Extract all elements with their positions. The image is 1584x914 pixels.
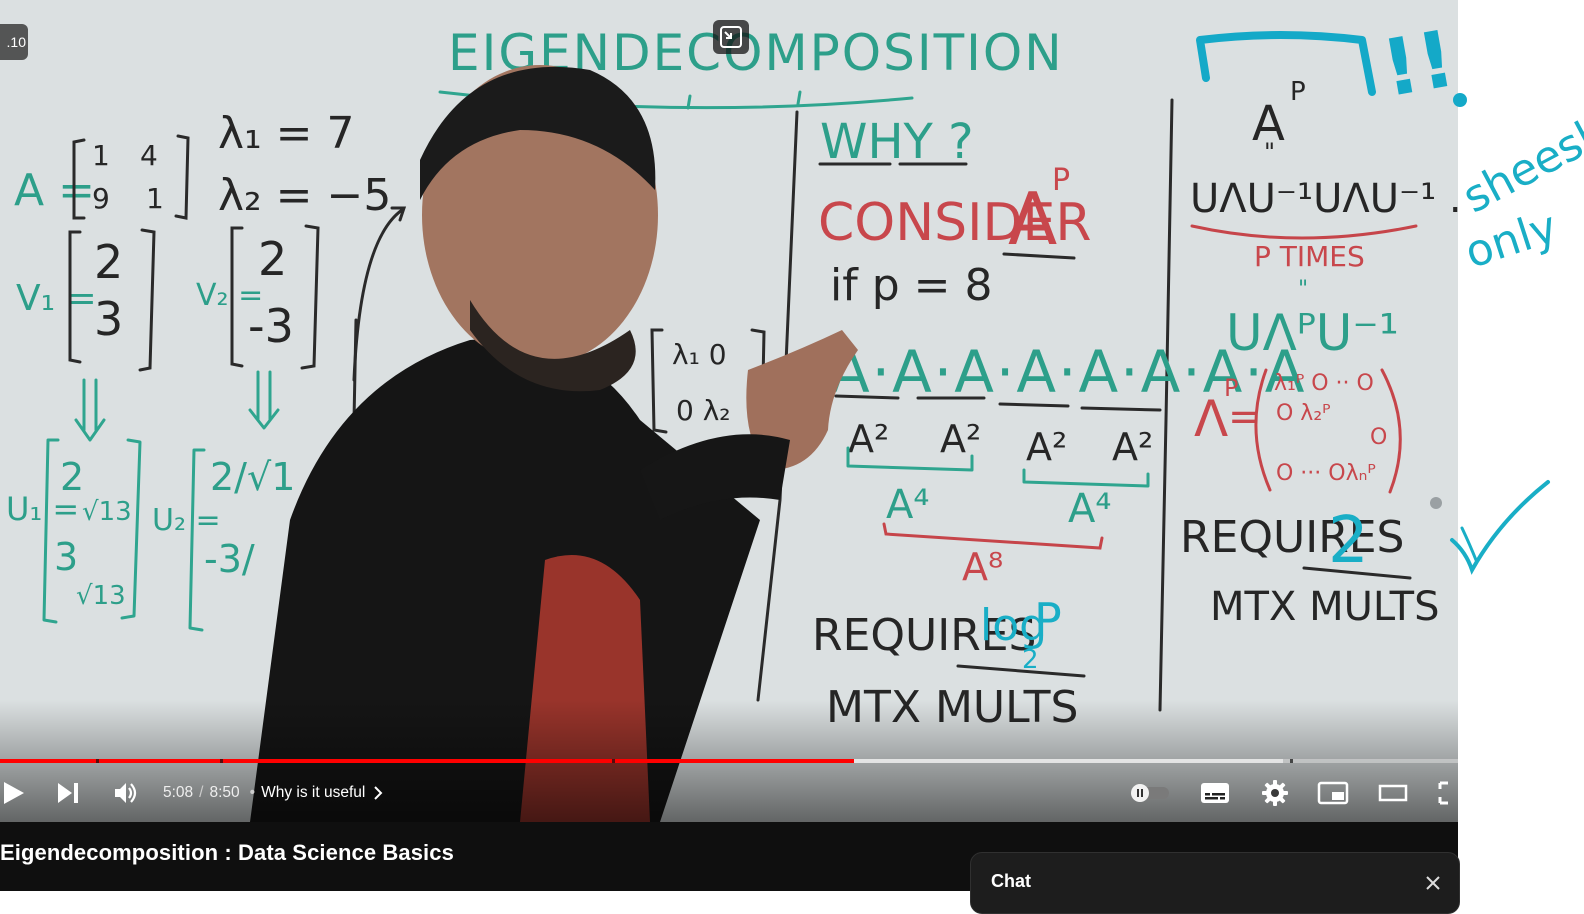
svg-text:3: 3 bbox=[54, 535, 78, 579]
svg-text:-3/: -3/ bbox=[204, 537, 255, 581]
volume-button[interactable] bbox=[110, 774, 142, 812]
why-heading: WHY ? bbox=[820, 114, 974, 170]
svg-text:1: 1 bbox=[146, 182, 164, 215]
u-chain: UΛU⁻¹UΛU⁻¹ ... UΛU⁻¹ bbox=[1190, 176, 1458, 222]
progress-bar[interactable] bbox=[0, 759, 1458, 763]
lambda-1: λ₁ = 7 bbox=[218, 108, 355, 159]
svg-text:√13: √13 bbox=[76, 581, 126, 611]
chapter-marker bbox=[1290, 759, 1293, 763]
chevron-right-icon[interactable] bbox=[371, 785, 385, 801]
time-separator: / bbox=[199, 784, 204, 801]
chapter-marker bbox=[96, 759, 99, 763]
svg-text:√13: √13 bbox=[82, 497, 132, 527]
a-fourth-1: A⁴ bbox=[886, 482, 929, 528]
svg-text:P: P bbox=[1290, 77, 1306, 107]
chapter-marker bbox=[220, 759, 223, 763]
play-icon bbox=[4, 782, 24, 804]
if-p-text: if p = 8 bbox=[830, 260, 992, 311]
next-button[interactable] bbox=[52, 774, 84, 812]
subtitles-icon bbox=[1201, 783, 1229, 803]
p-times: P TIMES bbox=[1254, 240, 1365, 273]
miniplayer-icon bbox=[1317, 781, 1349, 805]
only-annotation: only bbox=[1459, 201, 1563, 278]
svg-text:λ₁ 0: λ₁ 0 bbox=[672, 338, 727, 371]
u-lambda-p: UΛᴾU⁻¹ bbox=[1226, 304, 1399, 362]
svg-text:": " bbox=[1298, 277, 1308, 302]
svg-text:O λ₂ᴾ: O λ₂ᴾ bbox=[1276, 401, 1331, 426]
chapter-separator: • bbox=[249, 784, 256, 801]
autoplay-toggle[interactable] bbox=[1129, 783, 1171, 803]
svg-text:-3: -3 bbox=[248, 299, 294, 353]
a-power-exp: P bbox=[1052, 163, 1070, 198]
svg-text:O ··· Oλₙᴾ: O ··· Oλₙᴾ bbox=[1276, 461, 1376, 486]
chat-panel[interactable]: Chat bbox=[970, 852, 1460, 914]
exit-fullscreen-button[interactable] bbox=[713, 20, 749, 54]
svg-text:4: 4 bbox=[140, 139, 158, 172]
current-time: 5:08 bbox=[163, 784, 194, 801]
progress-played bbox=[0, 759, 855, 763]
svg-text:0 λ₂: 0 λ₂ bbox=[676, 394, 731, 427]
matrix-a-label: A = bbox=[14, 165, 95, 216]
chapter-marker bbox=[612, 759, 615, 763]
mtx-mults-two: MTX MULTS bbox=[1210, 584, 1439, 630]
svg-text:O: O bbox=[1370, 425, 1387, 450]
svg-text:9: 9 bbox=[92, 182, 110, 215]
svg-text:2: 2 bbox=[94, 235, 123, 289]
svg-text:λ₁ᴾ O ·· O: λ₁ᴾ O ·· O bbox=[1274, 371, 1374, 396]
svg-text:2: 2 bbox=[60, 455, 84, 499]
checkmark-icon bbox=[1450, 480, 1550, 575]
requires-two-text: REQUIRES bbox=[1180, 512, 1405, 563]
chapter-title[interactable]: Why is it useful bbox=[261, 784, 365, 802]
a-squared-2: A² bbox=[940, 417, 981, 461]
a-squared-1: A² bbox=[848, 417, 889, 461]
settings-button[interactable] bbox=[1258, 774, 1292, 812]
collapse-icon bbox=[720, 26, 742, 48]
a-power-base: A bbox=[1008, 177, 1057, 261]
svg-text:1: 1 bbox=[92, 139, 110, 172]
lambda-2: λ₂ = −5 bbox=[218, 170, 391, 221]
next-icon bbox=[58, 783, 78, 803]
a-fourth-2: A⁴ bbox=[1068, 486, 1111, 532]
sheesh-annotation: sheesh bbox=[1455, 105, 1584, 223]
duration: 8:50 bbox=[209, 784, 240, 801]
subtitles-button[interactable] bbox=[1198, 774, 1232, 812]
a-eighth: A⁸ bbox=[962, 545, 1003, 589]
u2-label: U₂ = bbox=[152, 503, 221, 538]
chapter-badge: .10 bbox=[0, 24, 28, 60]
a-squared-4: A² bbox=[1112, 425, 1153, 469]
v1-label: V₁ = bbox=[16, 278, 97, 319]
svg-text:2/√1: 2/√1 bbox=[210, 455, 295, 499]
play-button[interactable] bbox=[0, 774, 28, 812]
video-title: Eigendecomposition : Data Science Basics bbox=[0, 840, 454, 865]
close-icon[interactable] bbox=[1423, 873, 1443, 893]
time-display: 5:08 / 8:50 • Why is it useful bbox=[163, 781, 385, 805]
video-frame[interactable]: EIGENDECOMPOSITION A = 1 4 9 1 λ₁ = 7 λ₂… bbox=[0, 0, 1458, 822]
chat-title: Chat bbox=[991, 871, 1031, 891]
two-value: 2 bbox=[1328, 504, 1369, 578]
fullscreen-icon bbox=[1438, 781, 1448, 805]
theater-icon bbox=[1378, 784, 1408, 802]
theater-button[interactable] bbox=[1376, 774, 1410, 812]
svg-text:": " bbox=[1264, 138, 1275, 166]
fullscreen-button[interactable] bbox=[1434, 774, 1458, 812]
svg-text:2: 2 bbox=[258, 232, 287, 286]
svg-text:P: P bbox=[1034, 593, 1062, 647]
miniplayer-button[interactable] bbox=[1316, 774, 1350, 812]
gear-icon bbox=[1262, 780, 1288, 806]
svg-text:3: 3 bbox=[94, 292, 123, 346]
video-player[interactable]: EIGENDECOMPOSITION A = 1 4 9 1 λ₁ = 7 λ₂… bbox=[0, 0, 1458, 822]
autoplay-icon bbox=[1131, 784, 1169, 802]
volume-icon bbox=[115, 783, 137, 803]
a-squared-3: A² bbox=[1026, 425, 1067, 469]
